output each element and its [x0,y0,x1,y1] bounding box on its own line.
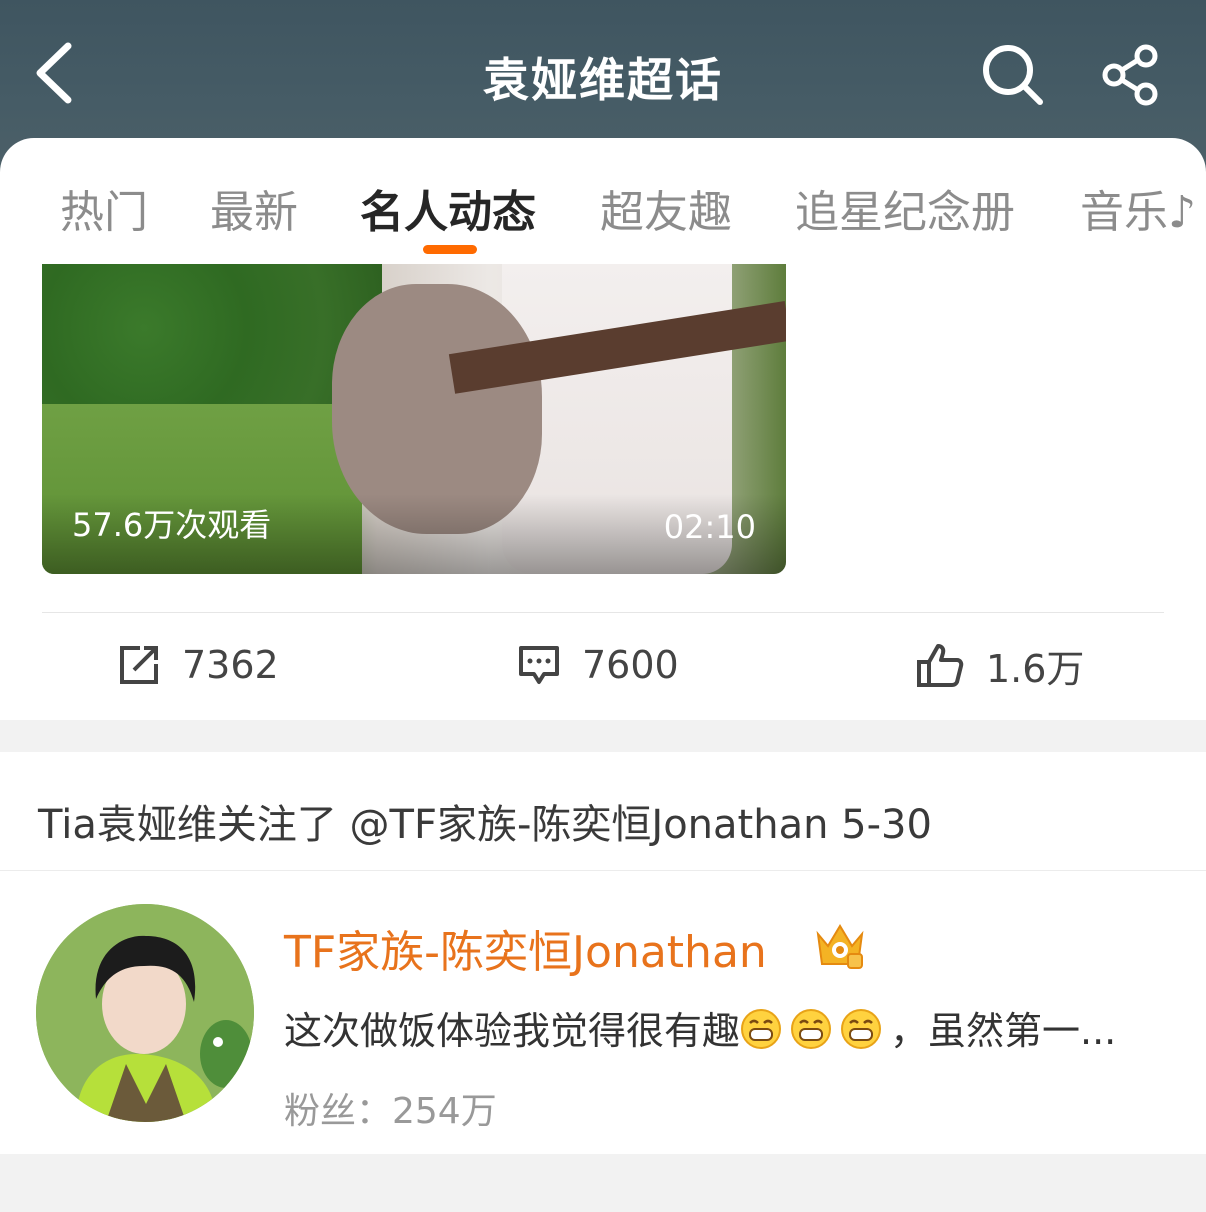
tab-hot[interactable]: 热门 [60,176,148,240]
follow-headline[interactable]: Tia袁娅维关注了 @TF家族-陈奕恒Jonathan 5-30 [38,792,932,850]
video-scene-bushes [42,264,382,424]
tab-music[interactable]: 音乐♪ [1080,176,1196,240]
user-description: 这次做饭体验我觉得很有趣 ，虽然第一... [284,1000,1116,1055]
crown-badge-icon [812,920,868,970]
fan-count: 粉丝：254万 [284,1091,497,1132]
avatar[interactable] [36,904,254,1122]
user-name[interactable]: TF家族-陈奕恒Jonathan [284,916,767,980]
follow-card[interactable]: Tia袁娅维关注了 @TF家族-陈奕恒Jonathan 5-30 TF家族-陈奕… [0,752,1206,1154]
share-icon [1102,44,1158,106]
repost-count: 7362 [182,643,279,687]
grin-emoji-icon [841,1009,882,1049]
divider [42,612,1164,613]
share-button[interactable] [1100,42,1166,108]
divider [0,870,1206,871]
description-text-end: ，虽然第一... [890,1009,1117,1053]
repost-button[interactable]: 7362 [118,640,279,690]
tab-bar: 热门 最新 名人动态 超友趣 追星纪念册 音乐♪ [0,138,1206,264]
video-duration: 02:10 [663,508,756,546]
tab-fan-album[interactable]: 追星纪念册 [795,176,1015,240]
tab-latest[interactable]: 最新 [210,176,298,240]
thumbs-up-icon [917,644,964,687]
tab-celebrity-news[interactable]: 名人动态 [360,176,536,240]
like-button[interactable]: 1.6万 [916,640,1085,691]
content-sheet: 热门 最新 名人动态 超友趣 追星纪念册 音乐♪ 57.6万次观看 02:10 … [0,138,1206,720]
repost-icon [120,646,158,684]
active-tab-indicator [423,245,477,254]
comment-button[interactable]: 7600 [518,640,679,690]
comment-count: 7600 [582,643,679,687]
grin-emoji-icon [741,1009,782,1049]
grin-emoji-icon [791,1009,832,1049]
video-thumbnail[interactable]: 57.6万次观看 02:10 [42,264,786,574]
tab-super-friends[interactable]: 超友趣 [600,176,732,240]
description-text: 这次做饭体验我觉得很有趣 [284,1009,741,1053]
search-button[interactable] [980,42,1046,108]
video-view-count: 57.6万次观看 [72,506,272,544]
comment-icon [519,646,559,684]
avatar-image [36,904,254,1122]
like-count: 1.6万 [986,646,1085,691]
search-icon [983,45,1043,105]
